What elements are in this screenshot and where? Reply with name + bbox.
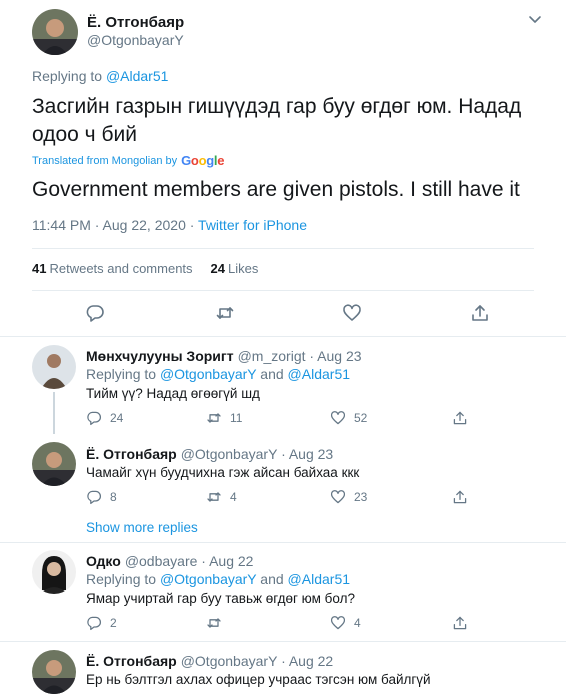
reply-text: Тийм үү? Надад өгөөгүй шд [86, 386, 260, 401]
thread-line [53, 392, 55, 434]
divider [32, 248, 534, 249]
reply-author-handle[interactable]: @OtgonbayarY [181, 653, 277, 669]
heart-icon [330, 616, 346, 630]
reply-count: 8 [110, 490, 117, 504]
like-button[interactable]: 23 [330, 489, 367, 505]
reply-header: Одко @odbayare · Aug 22 [86, 553, 253, 569]
reply-count: 24 [110, 411, 124, 425]
retweet-button[interactable] [206, 615, 230, 631]
author-name[interactable]: Ё. Отгонбаяр [87, 14, 184, 31]
reply-count: 2 [110, 616, 117, 630]
heart-icon[interactable] [342, 303, 362, 323]
reply-text: Ямар учиртай гар буу тавьж өгдөг юм бол? [86, 591, 355, 606]
reply-author-handle[interactable]: @m_zorigt [238, 348, 306, 364]
divider [0, 641, 566, 642]
reply-icon [87, 616, 101, 631]
like-count: 52 [354, 411, 368, 425]
share-button[interactable] [452, 615, 468, 631]
reply-button[interactable]: 24 [86, 410, 123, 426]
retweet-count: 4 [230, 490, 237, 504]
author-avatar[interactable] [32, 9, 78, 55]
reply-date[interactable]: · Aug 23 [309, 348, 361, 364]
replying-to-link[interactable]: @Aldar51 [106, 68, 168, 84]
reply-author-name[interactable]: Одко [86, 553, 121, 569]
heart-icon [330, 490, 346, 504]
tweet-source[interactable]: Twitter for iPhone [198, 217, 307, 233]
reply-text: Чамайг хүн буудчихна гэж айсан байхаа кк… [86, 465, 360, 480]
share-icon [453, 490, 467, 504]
reply-avatar[interactable] [32, 550, 76, 594]
replying-to-link[interactable]: @Aldar51 [288, 366, 350, 382]
reply-header: Мөнхчулууны Зоригт @m_zorigt · Aug 23 [86, 348, 362, 364]
share-icon [453, 411, 467, 425]
divider [0, 336, 566, 337]
reply-date[interactable]: · Aug 22 [281, 653, 333, 669]
like-button[interactable]: 52 [330, 410, 367, 426]
translation-attribution[interactable]: Translated from Mongolian by Google [32, 153, 224, 168]
replying-to-line: Replying to @Aldar51 [32, 68, 169, 84]
reply-text: Ер нь бэлтгэл ахлах офицер учраас тэгсэн… [86, 672, 431, 687]
reply-author-name[interactable]: Ё. Отгонбаяр [86, 653, 177, 669]
google-logo: Google [181, 153, 225, 168]
like-button[interactable]: 4 [330, 615, 361, 631]
divider [0, 542, 566, 543]
retweet-icon [207, 618, 221, 628]
reply-header: Ё. Отгонбаяр @OtgonbayarY · Aug 22 [86, 653, 333, 669]
share-icon [453, 616, 467, 630]
reply-date[interactable]: · Aug 23 [281, 446, 333, 462]
retweet-icon [207, 492, 221, 502]
like-count: 4 [354, 616, 361, 630]
share-button[interactable] [452, 489, 468, 505]
share-icon[interactable] [470, 303, 490, 323]
retweet-count: 11 [230, 411, 243, 425]
retweet-button[interactable]: 4 [206, 489, 237, 505]
replying-to-line: Replying to @OtgonbayarY and @Aldar51 [86, 366, 351, 382]
engagement-counts: 41 Retweets and comments 24 Likes [32, 261, 258, 276]
tweet-thread-page: Ё. Отгонбаяр @OtgonbayarY Replying to @A… [0, 0, 566, 697]
reply-icon[interactable] [85, 303, 105, 323]
reply-avatar[interactable] [32, 650, 76, 694]
share-button[interactable] [452, 410, 468, 426]
reply-icon [87, 490, 101, 505]
reply-avatar[interactable] [32, 345, 76, 389]
reply-author-name[interactable]: Мөнхчулууны Зоригт [86, 348, 234, 364]
retweets-count-link[interactable]: 41 Retweets and comments [32, 261, 193, 276]
reply-author-name[interactable]: Ё. Отгонбаяр [86, 446, 177, 462]
like-count: 23 [354, 490, 368, 504]
reply-avatar[interactable] [32, 442, 76, 486]
tweet-text: Засгийн газрын гишүүдэд гар буу өгдөг юм… [32, 95, 522, 146]
retweet-icon [207, 413, 221, 423]
replying-to-link[interactable]: @OtgonbayarY [160, 571, 256, 587]
tweet-timestamp: 11:44 PM · Aug 22, 2020 · Twitter for iP… [32, 217, 307, 233]
retweet-icon[interactable] [215, 303, 235, 323]
chevron-down-icon[interactable] [528, 12, 542, 26]
reply-button[interactable]: 8 [86, 489, 117, 505]
replying-to-link[interactable]: @Aldar51 [288, 571, 350, 587]
reply-date[interactable]: · Aug 22 [201, 553, 253, 569]
replying-to-line: Replying to @OtgonbayarY and @Aldar51 [86, 571, 351, 587]
reply-button[interactable]: 2 [86, 615, 117, 631]
heart-icon [330, 411, 346, 425]
reply-author-handle[interactable]: @OtgonbayarY [181, 446, 277, 462]
divider [32, 290, 534, 291]
translated-text: Government members are given pistols. I … [32, 178, 520, 201]
tweet-time[interactable]: 11:44 PM · Aug 22, 2020 · [32, 217, 194, 233]
show-more-replies-link[interactable]: Show more replies [86, 520, 198, 535]
author-handle[interactable]: @OtgonbayarY [87, 32, 184, 48]
reply-icon [87, 411, 101, 426]
reply-author-handle[interactable]: @odbayare [125, 553, 198, 569]
replying-to-link[interactable]: @OtgonbayarY [160, 366, 256, 382]
likes-count-link[interactable]: 24 Likes [211, 261, 259, 276]
retweet-button[interactable]: 11 [206, 410, 242, 426]
reply-header: Ё. Отгонбаяр @OtgonbayarY · Aug 23 [86, 446, 333, 462]
